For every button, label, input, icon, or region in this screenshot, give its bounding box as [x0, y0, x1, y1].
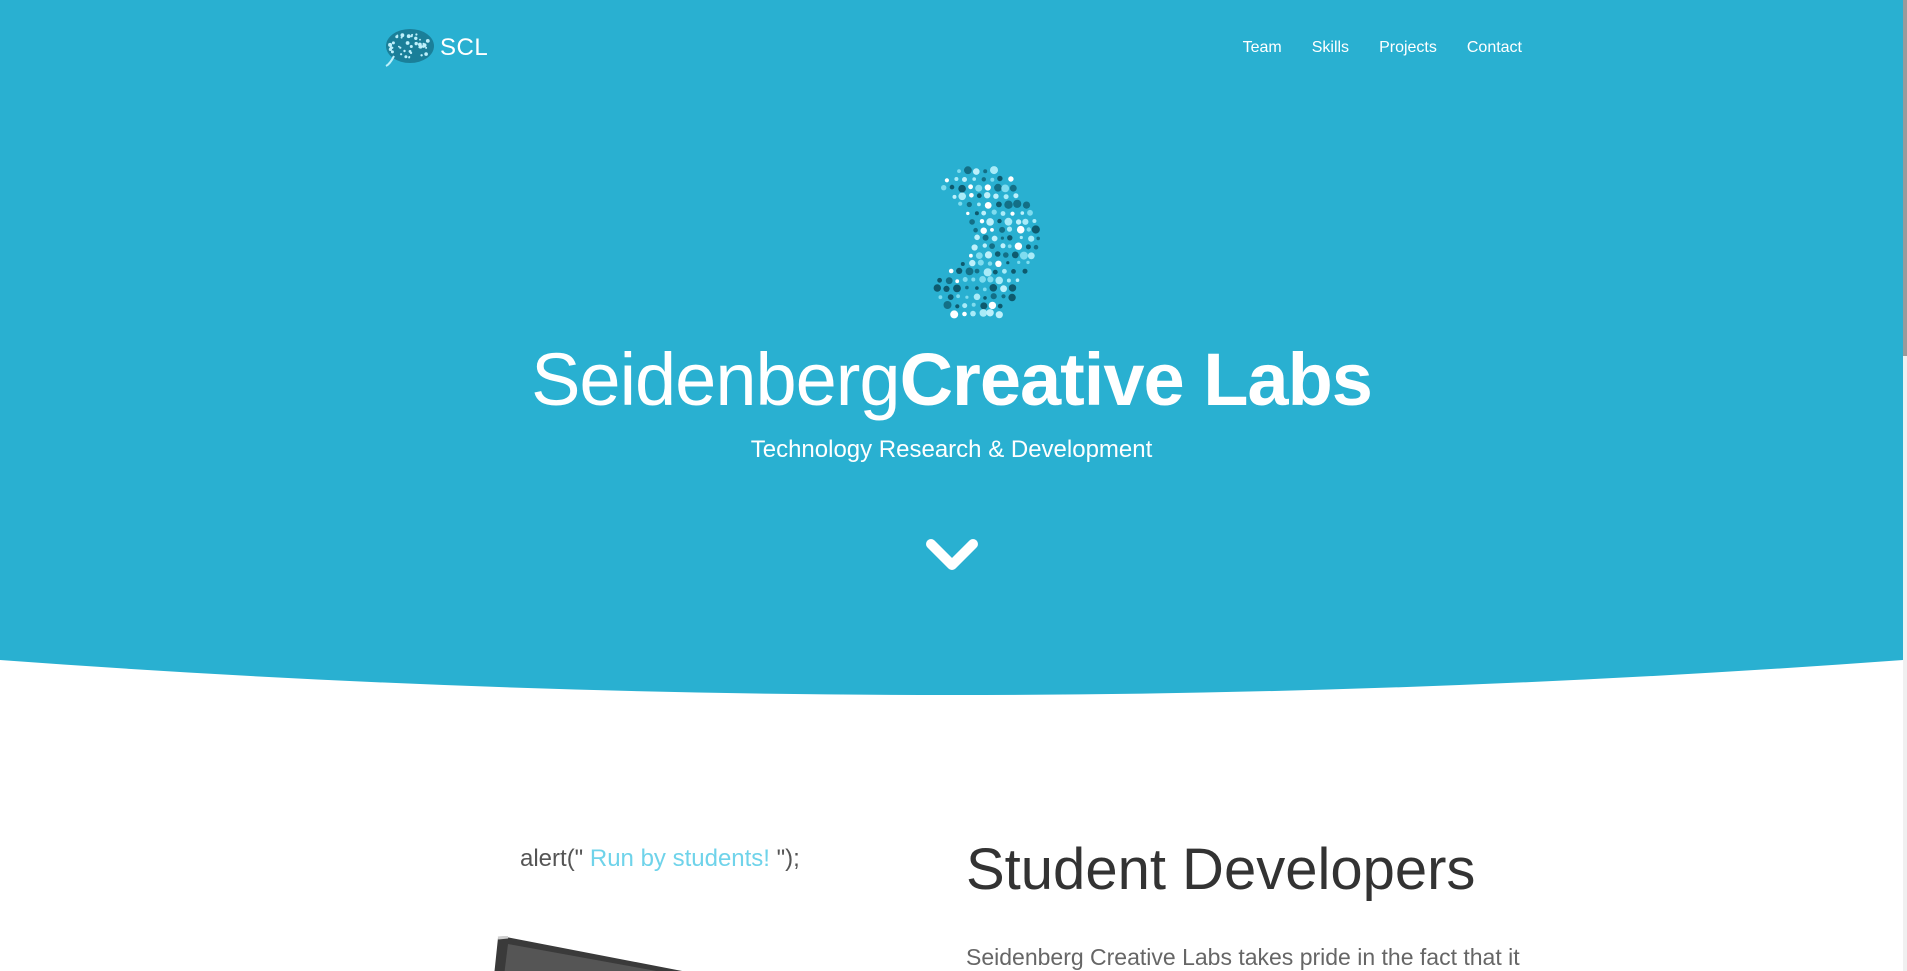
- laptop-image: [494, 936, 683, 971]
- brand-text: SCL: [440, 34, 489, 61]
- nav-link-projects[interactable]: Projects: [1379, 39, 1437, 56]
- nav-item-skills: Skills: [1312, 39, 1349, 57]
- hero-subtitle: Technology Research & Development: [750, 436, 1153, 463]
- nav-link-team[interactable]: Team: [1243, 39, 1282, 56]
- hero-title-bold: Creative Labs: [899, 338, 1373, 421]
- code-highlight: Run by students!: [583, 845, 777, 872]
- nav-link-contact[interactable]: Contact: [1467, 39, 1522, 56]
- nav-item-team: Team: [1243, 39, 1282, 57]
- scrollbar-thumb[interactable]: [1903, 0, 1907, 356]
- hero-title: SeidenbergCreative Labs: [0, 330, 1903, 430]
- code-snippet: alert(" Run by students! ");: [520, 845, 800, 873]
- page: SCL Team Skills Projects Contact Seidenb…: [0, 0, 1907, 971]
- nav-links: Team Skills Projects Contact: [1213, 24, 1522, 72]
- code-suffix: ");: [776, 845, 800, 872]
- section-text: Seidenberg Creative Labs takes pride in …: [966, 944, 1520, 970]
- brand-link[interactable]: SCL: [384, 24, 488, 72]
- dotted-brain-icon: [933, 166, 1040, 319]
- chevron-down-icon: [926, 539, 978, 570]
- scrollbar-track[interactable]: [1903, 0, 1907, 971]
- nav-item-projects: Projects: [1379, 39, 1437, 57]
- nav-item-contact: Contact: [1467, 39, 1522, 57]
- navbar: SCL Team Skills Projects Contact: [384, 24, 1522, 72]
- code-prefix: alert(": [520, 845, 584, 872]
- hero-title-light: Seidenberg: [531, 338, 901, 421]
- nav-link-skills[interactable]: Skills: [1312, 39, 1349, 56]
- section-heading: Student Developers: [966, 837, 1476, 902]
- hero-section: SCL Team Skills Projects Contact Seidenb…: [0, 0, 1903, 710]
- brain-icon: [385, 29, 434, 67]
- scroll-down-button[interactable]: [926, 536, 978, 574]
